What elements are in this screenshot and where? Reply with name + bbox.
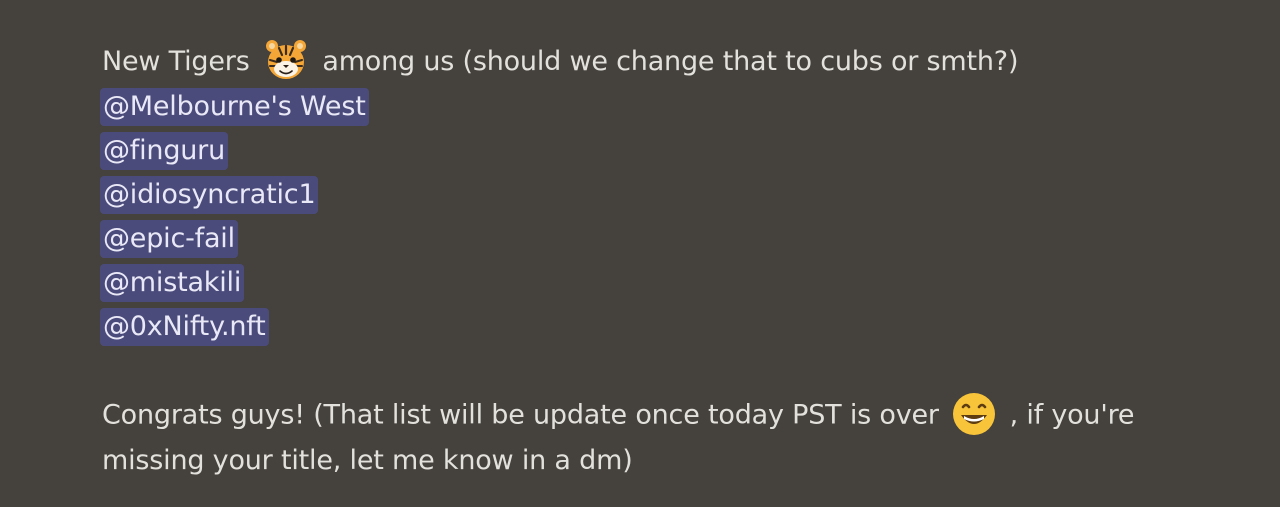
mention-row: @0xNifty.nft — [100, 305, 1232, 349]
mention-row: @epic-fail — [100, 217, 1232, 261]
mention-row: @Melbourne's West — [100, 85, 1232, 129]
user-mention-epic-fail[interactable]: @epic-fail — [100, 219, 238, 258]
mention-row: @mistakili — [100, 261, 1232, 305]
mention-row: @finguru — [100, 129, 1232, 173]
mention-row: @idiosyncratic1 — [100, 173, 1232, 217]
intro-text-end: among us (should we change that to cubs … — [322, 46, 1019, 77]
user-mention-finguru[interactable]: @finguru — [100, 131, 228, 170]
user-mention-melbournes-west[interactable]: @Melbourne's West — [100, 87, 369, 126]
congrats-paragraph: Congrats guys! (That list will be update… — [102, 392, 1232, 483]
congrats-text-start: Congrats guys! (That list will be update… — [102, 399, 939, 430]
grinning-face-icon — [953, 392, 996, 435]
intro-text-start: New Tigers — [102, 46, 250, 77]
user-mention-0xnifty[interactable]: @0xNifty.nft — [100, 307, 269, 346]
user-mention-idiosyncratic1[interactable]: @idiosyncratic1 — [100, 175, 319, 214]
tiger-face-icon — [265, 39, 306, 79]
user-mention-mistakili[interactable]: @mistakili — [100, 263, 245, 302]
chat-message: New Tigers among us (should we change th… — [100, 39, 1232, 483]
intro-line: New Tigers among us (should we change th… — [102, 39, 1232, 85]
